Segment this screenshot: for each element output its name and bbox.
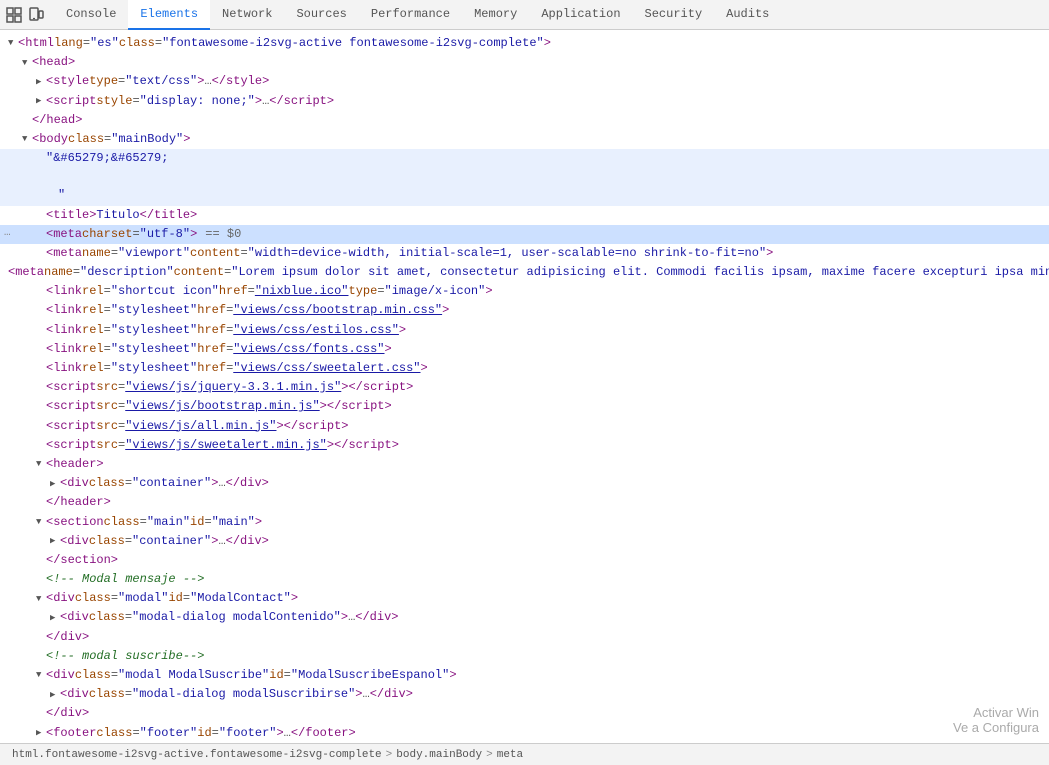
tab-console[interactable]: Console bbox=[54, 0, 128, 30]
tab-audits[interactable]: Audits bbox=[714, 0, 781, 30]
dom-line[interactable]: … <meta charset="utf-8" > == $0 bbox=[0, 225, 1049, 244]
expand-arrow[interactable] bbox=[22, 132, 32, 146]
elements-panel: <html lang="es" class="fontawesome-i2svg… bbox=[0, 30, 1049, 765]
breadcrumb-item-meta[interactable]: meta bbox=[493, 749, 527, 761]
dom-line[interactable]: <script src="views/js/sweetalert.min.js"… bbox=[0, 436, 1049, 455]
dom-link[interactable]: "views/css/estilos.css" bbox=[233, 321, 399, 340]
dom-link[interactable]: "views/css/bootstrap.min.css" bbox=[233, 301, 442, 320]
tab-performance[interactable]: Performance bbox=[359, 0, 462, 30]
dom-line[interactable]: <title>Titulo</title> bbox=[0, 206, 1049, 225]
dom-tag: <html bbox=[18, 34, 54, 53]
dom-line[interactable]: <script src="views/js/jquery-3.3.1.min.j… bbox=[0, 378, 1049, 397]
dom-line[interactable]: <link rel="stylesheet" href="views/css/e… bbox=[0, 321, 1049, 340]
dom-line[interactable]: </header> bbox=[0, 493, 1049, 512]
dom-line[interactable]: <footer class="footer" id="footer" >…</f… bbox=[0, 724, 1049, 743]
expand-arrow[interactable] bbox=[36, 94, 46, 108]
dom-line[interactable]: <div class="modal-dialog modalSuscribirs… bbox=[0, 685, 1049, 704]
dom-line[interactable]: <meta name="description" content="Lorem … bbox=[0, 263, 1049, 282]
dom-line[interactable]: " bbox=[0, 186, 1049, 205]
dom-line[interactable]: <!-- Modal mensaje --> bbox=[0, 570, 1049, 589]
expand-arrow[interactable] bbox=[36, 75, 46, 89]
tabs-container: Console Elements Network Sources Perform… bbox=[54, 0, 781, 30]
dom-link[interactable]: "views/css/fonts.css" bbox=[233, 340, 384, 359]
dom-line[interactable]: <link rel="stylesheet" href="views/css/s… bbox=[0, 359, 1049, 378]
dom-line[interactable]: <!-- modal suscribe--> bbox=[0, 647, 1049, 666]
dom-line[interactable]: <section class="main" id="main" > bbox=[0, 513, 1049, 532]
breadcrumb-item-html[interactable]: html.fontawesome-i2svg-active.fontawesom… bbox=[8, 749, 386, 761]
tab-security[interactable]: Security bbox=[633, 0, 715, 30]
dom-link[interactable]: "views/js/sweetalert.min.js" bbox=[125, 436, 327, 455]
dom-line[interactable]: </section> bbox=[0, 551, 1049, 570]
dom-line[interactable]: </div> bbox=[0, 628, 1049, 647]
expand-arrow[interactable] bbox=[50, 477, 60, 491]
dom-line[interactable]: <div class="modal" id="ModalContact" > bbox=[0, 589, 1049, 608]
expand-arrow[interactable] bbox=[8, 36, 18, 50]
dom-line[interactable]: <body class="mainBody" > bbox=[0, 130, 1049, 149]
inspect-icon[interactable] bbox=[4, 5, 24, 25]
dom-tree[interactable]: <html lang="es" class="fontawesome-i2svg… bbox=[0, 30, 1049, 743]
expand-arrow[interactable] bbox=[50, 534, 60, 548]
dom-line[interactable]: <head> bbox=[0, 53, 1049, 72]
dom-line[interactable]: </div> bbox=[0, 704, 1049, 723]
devtools-icon-group bbox=[4, 5, 46, 25]
expand-arrow[interactable] bbox=[36, 726, 46, 740]
tab-memory[interactable]: Memory bbox=[462, 0, 529, 30]
tab-sources[interactable]: Sources bbox=[284, 0, 358, 30]
dom-line[interactable]: <link rel="stylesheet" href="views/css/f… bbox=[0, 340, 1049, 359]
expand-arrow[interactable] bbox=[36, 668, 46, 682]
expand-arrow[interactable] bbox=[50, 611, 60, 625]
dom-link[interactable]: "views/css/sweetalert.css" bbox=[233, 359, 420, 378]
dom-line[interactable]: <style type="text/css" >…</style> bbox=[0, 72, 1049, 91]
dom-line[interactable]: "&#65279;&#65279; bbox=[0, 149, 1049, 168]
expand-arrow[interactable] bbox=[36, 592, 46, 606]
dom-line[interactable]: <header> bbox=[0, 455, 1049, 474]
dom-line[interactable]: <link rel="shortcut icon" href="nixblue.… bbox=[0, 282, 1049, 301]
expand-arrow[interactable] bbox=[50, 688, 60, 702]
dom-line[interactable]: <script src="views/js/bootstrap.min.js" … bbox=[0, 397, 1049, 416]
tab-application[interactable]: Application bbox=[529, 0, 632, 30]
dom-link[interactable]: "views/js/jquery-3.3.1.min.js" bbox=[125, 378, 341, 397]
dom-line[interactable]: <div class="modal ModalSuscribe" id="Mod… bbox=[0, 666, 1049, 685]
tab-network[interactable]: Network bbox=[210, 0, 284, 30]
breadcrumb-item-body[interactable]: body.mainBody bbox=[392, 749, 486, 761]
expand-arrow[interactable] bbox=[22, 56, 32, 70]
expand-arrow[interactable] bbox=[36, 457, 46, 471]
expand-arrow[interactable] bbox=[36, 515, 46, 529]
dom-line[interactable]: <link rel="stylesheet" href="views/css/b… bbox=[0, 301, 1049, 320]
three-dots-marker: … bbox=[4, 225, 11, 243]
dom-line[interactable]: <div class="modal-dialog modalContenido"… bbox=[0, 608, 1049, 627]
dom-line[interactable] bbox=[0, 168, 1049, 186]
dom-line[interactable]: <div class="container" >…</div> bbox=[0, 532, 1049, 551]
dom-line[interactable]: <html lang="es" class="fontawesome-i2svg… bbox=[0, 34, 1049, 53]
dom-link[interactable]: "views/js/all.min.js" bbox=[125, 417, 276, 436]
device-icon[interactable] bbox=[26, 5, 46, 25]
tab-elements[interactable]: Elements bbox=[128, 0, 210, 30]
breadcrumb-bar: html.fontawesome-i2svg-active.fontawesom… bbox=[0, 743, 1049, 765]
dom-line[interactable]: <div class="container" >…</div> bbox=[0, 474, 1049, 493]
dom-line[interactable]: <meta name="viewport" content="width=dev… bbox=[0, 244, 1049, 263]
dom-line[interactable]: <script src="views/js/all.min.js" ></scr… bbox=[0, 417, 1049, 436]
dom-line[interactable]: </head> bbox=[0, 111, 1049, 130]
dom-link[interactable]: "nixblue.ico" bbox=[255, 282, 349, 301]
devtools-toolbar: Console Elements Network Sources Perform… bbox=[0, 0, 1049, 30]
dom-link[interactable]: "views/js/bootstrap.min.js" bbox=[125, 397, 319, 416]
dom-attr-name: lang bbox=[54, 34, 83, 53]
dom-line[interactable]: <script style="display: none;" >…</scrip… bbox=[0, 92, 1049, 111]
